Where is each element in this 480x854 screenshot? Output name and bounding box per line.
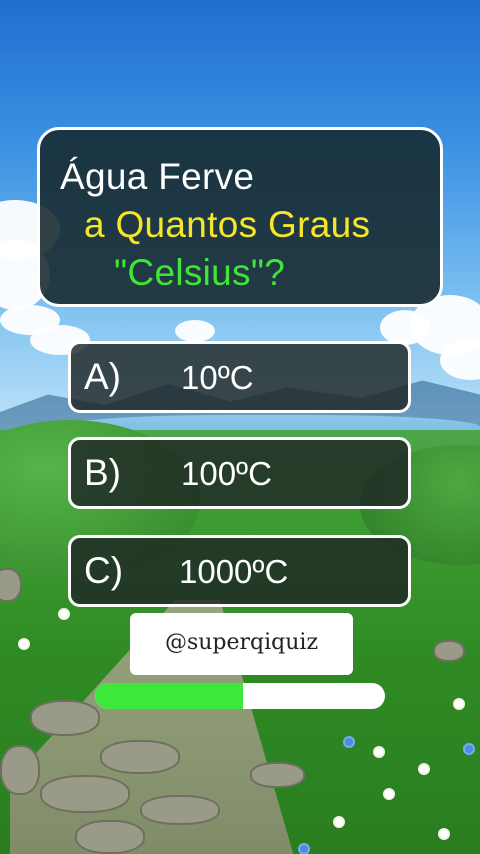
timer-progress-bar bbox=[95, 683, 385, 709]
stone bbox=[40, 775, 130, 813]
stone bbox=[30, 700, 100, 736]
flower bbox=[465, 745, 473, 753]
flower bbox=[60, 610, 68, 618]
option-value: 100ºC bbox=[181, 455, 272, 492]
option-letter: A) bbox=[84, 356, 121, 397]
cloud bbox=[380, 310, 430, 345]
option-a-button[interactable]: A) 10ºC bbox=[68, 341, 411, 413]
option-c-button[interactable]: C) 1000ºC bbox=[68, 535, 411, 607]
question-line-1: Água Ferve bbox=[60, 156, 255, 197]
flower bbox=[345, 738, 353, 746]
stone bbox=[0, 745, 40, 795]
flower bbox=[440, 830, 448, 838]
option-value: 10ºC bbox=[181, 359, 254, 396]
stone bbox=[140, 795, 220, 825]
flower bbox=[385, 790, 393, 798]
option-b-button[interactable]: B) 100ºC bbox=[68, 437, 411, 509]
flower bbox=[375, 748, 383, 756]
flower bbox=[420, 765, 428, 773]
flower bbox=[20, 640, 28, 648]
cloud bbox=[175, 320, 215, 342]
option-value: 1000ºC bbox=[179, 553, 289, 590]
timer-progress-fill bbox=[95, 683, 243, 709]
stone bbox=[100, 740, 180, 774]
option-letter: C) bbox=[84, 550, 124, 591]
handle-text: @superqiquiz bbox=[164, 630, 319, 655]
stone bbox=[75, 820, 145, 854]
flower bbox=[300, 845, 308, 853]
question-line-3: "Celsius"? bbox=[114, 252, 286, 293]
stone bbox=[250, 762, 305, 788]
stone bbox=[433, 640, 465, 662]
question-panel: Água Ferve a Quantos Graus "Celsius"? bbox=[37, 127, 443, 307]
handle-badge: @superqiquiz bbox=[130, 613, 353, 675]
flower bbox=[335, 818, 343, 826]
question-line-2: a Quantos Graus bbox=[84, 204, 371, 245]
flower bbox=[455, 700, 463, 708]
option-letter: B) bbox=[84, 452, 121, 493]
